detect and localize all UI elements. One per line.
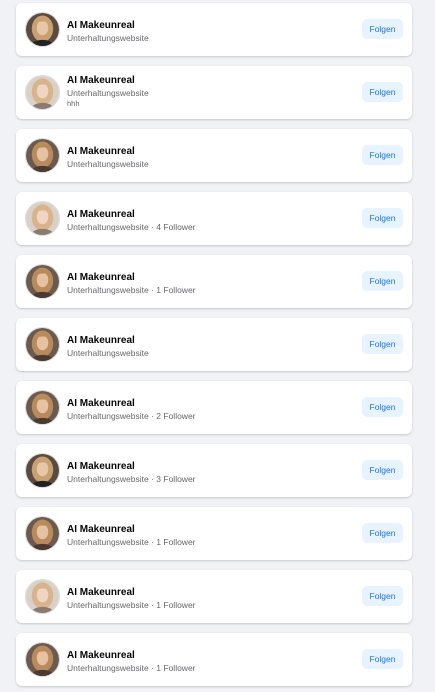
profile-photo-icon <box>26 139 59 172</box>
item-text: AI Makeunreal Unterhaltungswebsite <box>67 334 322 359</box>
page-category: Unterhaltungswebsite · 1 Follower <box>67 600 196 610</box>
page-category: Unterhaltungswebsite · 1 Follower <box>67 537 196 547</box>
page-name[interactable]: AI Makeunreal <box>67 334 322 347</box>
profile-photo-icon <box>26 454 59 487</box>
avatar[interactable] <box>25 75 60 110</box>
avatar[interactable] <box>25 264 60 299</box>
page-category: Unterhaltungswebsite <box>67 88 149 98</box>
page-name[interactable]: AI Makeunreal <box>67 145 322 158</box>
page-extra-note: hhh <box>67 99 80 108</box>
list-item: AI Makeunreal Unterhaltungswebsite · 2 F… <box>16 381 412 434</box>
item-text: AI Makeunreal Unterhaltungswebsite hhh <box>67 74 322 109</box>
avatar[interactable] <box>25 390 60 425</box>
page-category: Unterhaltungswebsite · 4 Follower <box>67 222 196 232</box>
avatar[interactable] <box>25 327 60 362</box>
list-item: AI Makeunreal Unterhaltungswebsite Folge… <box>16 318 412 371</box>
follow-button[interactable]: Folgen <box>362 334 403 354</box>
page-name[interactable]: AI Makeunreal <box>67 649 322 662</box>
list-item: AI Makeunreal Unterhaltungswebsite · 4 F… <box>16 192 412 245</box>
follow-button[interactable]: Folgen <box>362 586 403 606</box>
avatar[interactable] <box>25 579 60 614</box>
profile-photo-icon <box>26 391 59 424</box>
page-name[interactable]: AI Makeunreal <box>67 586 322 599</box>
profile-photo-icon <box>26 580 59 613</box>
item-text: AI Makeunreal Unterhaltungswebsite · 1 F… <box>67 586 322 611</box>
item-text: AI Makeunreal Unterhaltungswebsite · 1 F… <box>67 271 322 296</box>
profile-photo-icon <box>26 76 59 109</box>
list-item: AI Makeunreal Unterhaltungswebsite Folge… <box>16 3 412 56</box>
page-category: Unterhaltungswebsite · 3 Follower <box>67 474 196 484</box>
list-item: AI Makeunreal Unterhaltungswebsite · 3 F… <box>16 444 412 497</box>
item-text: AI Makeunreal Unterhaltungswebsite · 4 F… <box>67 208 322 233</box>
page-category: Unterhaltungswebsite · 2 Follower <box>67 411 196 421</box>
page-category: Unterhaltungswebsite <box>67 33 149 43</box>
avatar[interactable] <box>25 201 60 236</box>
list-item: AI Makeunreal Unterhaltungswebsite · 1 F… <box>16 507 412 560</box>
page-category: Unterhaltungswebsite · 1 Follower <box>67 285 196 295</box>
page-category: Unterhaltungswebsite <box>67 348 149 358</box>
avatar[interactable] <box>25 453 60 488</box>
item-text: AI Makeunreal Unterhaltungswebsite · 3 F… <box>67 460 322 485</box>
page-name[interactable]: AI Makeunreal <box>67 74 322 87</box>
follow-button[interactable]: Folgen <box>362 82 403 102</box>
page-name[interactable]: AI Makeunreal <box>67 397 322 410</box>
follow-button[interactable]: Folgen <box>362 460 403 480</box>
item-text: AI Makeunreal Unterhaltungswebsite · 2 F… <box>67 397 322 422</box>
list-item: AI Makeunreal Unterhaltungswebsite · 1 F… <box>16 633 412 686</box>
follow-button[interactable]: Folgen <box>362 397 403 417</box>
page-list: AI Makeunreal Unterhaltungswebsite Folge… <box>0 0 435 692</box>
profile-photo-icon <box>26 643 59 676</box>
list-item: AI Makeunreal Unterhaltungswebsite hhh F… <box>16 66 412 119</box>
page-name[interactable]: AI Makeunreal <box>67 271 322 284</box>
item-text: AI Makeunreal Unterhaltungswebsite <box>67 145 322 170</box>
profile-photo-icon <box>26 517 59 550</box>
page-name[interactable]: AI Makeunreal <box>67 19 322 32</box>
page-name[interactable]: AI Makeunreal <box>67 208 322 221</box>
page-name[interactable]: AI Makeunreal <box>67 460 322 473</box>
profile-photo-icon <box>26 328 59 361</box>
page-category: Unterhaltungswebsite · 1 Follower <box>67 663 196 673</box>
profile-photo-icon <box>26 13 59 46</box>
avatar[interactable] <box>25 138 60 173</box>
profile-photo-icon <box>26 202 59 235</box>
list-item: AI Makeunreal Unterhaltungswebsite · 1 F… <box>16 570 412 623</box>
page-category: Unterhaltungswebsite <box>67 159 149 169</box>
avatar[interactable] <box>25 642 60 677</box>
item-text: AI Makeunreal Unterhaltungswebsite · 1 F… <box>67 649 322 674</box>
follow-button[interactable]: Folgen <box>362 145 403 165</box>
avatar[interactable] <box>25 516 60 551</box>
follow-button[interactable]: Folgen <box>362 271 403 291</box>
follow-button[interactable]: Folgen <box>362 649 403 669</box>
list-item: AI Makeunreal Unterhaltungswebsite · 1 F… <box>16 255 412 308</box>
list-item: AI Makeunreal Unterhaltungswebsite Folge… <box>16 129 412 182</box>
follow-button[interactable]: Folgen <box>362 19 403 39</box>
follow-button[interactable]: Folgen <box>362 523 403 543</box>
item-text: AI Makeunreal Unterhaltungswebsite · 1 F… <box>67 523 322 548</box>
avatar[interactable] <box>25 12 60 47</box>
page-name[interactable]: AI Makeunreal <box>67 523 322 536</box>
follow-button[interactable]: Folgen <box>362 208 403 228</box>
item-text: AI Makeunreal Unterhaltungswebsite <box>67 19 322 44</box>
profile-photo-icon <box>26 265 59 298</box>
